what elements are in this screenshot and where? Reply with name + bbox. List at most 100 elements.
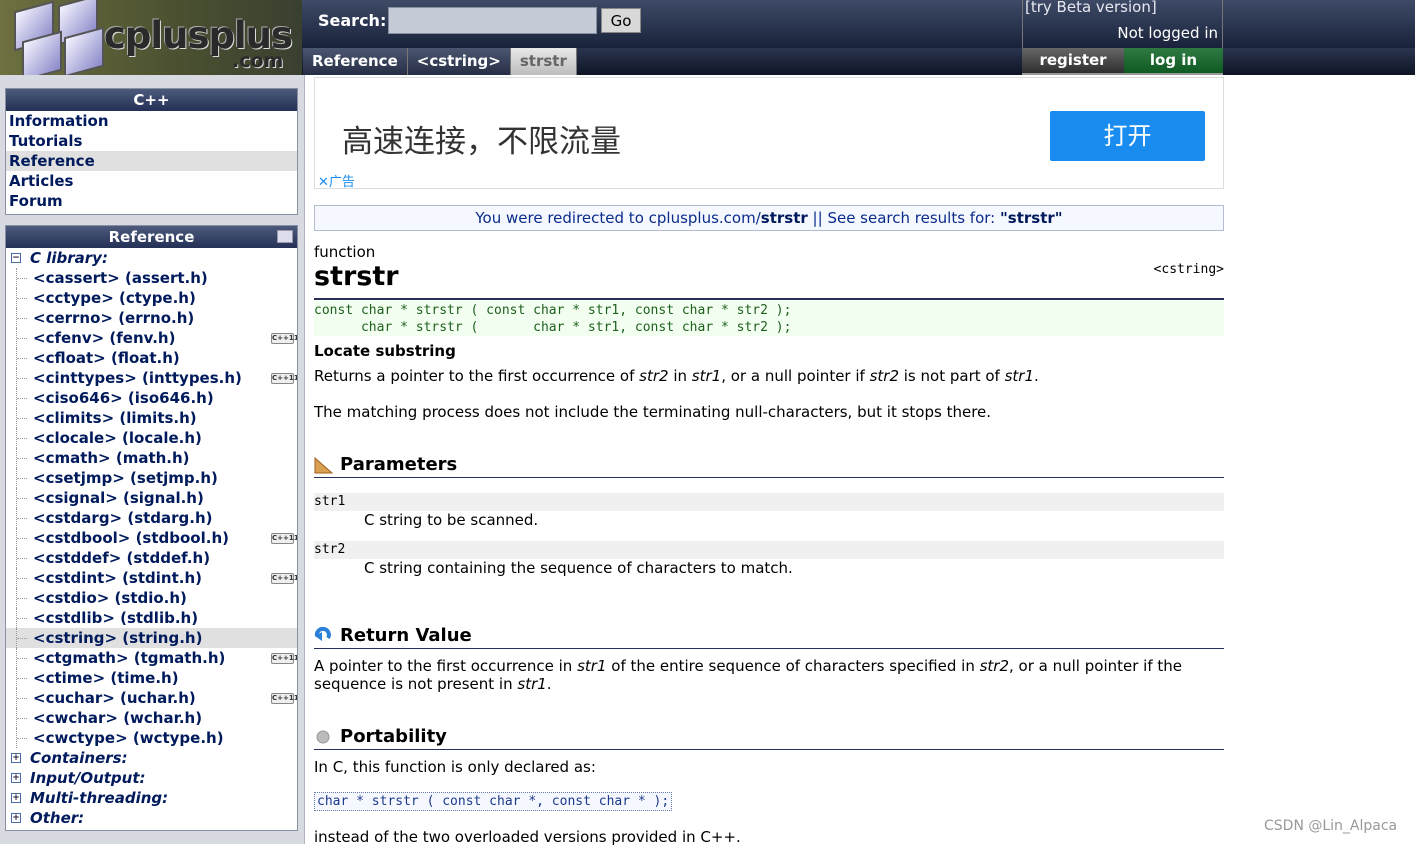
tree-item-header[interactable]: <cstddef> (stddef.h): [6, 548, 297, 568]
tree-item-header[interactable]: <cerrno> (errno.h): [6, 308, 297, 328]
collapse-icon[interactable]: −: [11, 253, 21, 263]
tree-group-label: Other:: [30, 809, 85, 827]
tree-connector: [16, 468, 28, 488]
nav-tutorials[interactable]: Tutorials: [6, 131, 297, 151]
nav-forum[interactable]: Forum: [6, 191, 297, 211]
redirect-separator: ||: [807, 209, 828, 227]
tree-group[interactable]: + Multi-threading:: [6, 788, 297, 808]
dot-icon: [316, 730, 330, 744]
expand-icon[interactable]: +: [11, 753, 21, 763]
expand-icon[interactable]: +: [11, 813, 21, 823]
tree-item-label: <cmath> (math.h): [33, 449, 190, 467]
user-box: [try Beta version] Not logged in: [1022, 0, 1223, 48]
entity-kind: function: [314, 243, 376, 261]
tree-item-label: <cuchar> (uchar.h): [33, 689, 196, 707]
portability-text: In C, this function is only declared as:: [314, 758, 596, 776]
tree-item-label: <cwchar> (wchar.h): [33, 709, 203, 727]
register-button[interactable]: register: [1022, 48, 1124, 75]
search-results-prefix: See search results for:: [827, 209, 1000, 227]
book-icon[interactable]: [277, 230, 293, 243]
site-logo[interactable]: cplusplus .com: [0, 0, 302, 75]
tree-connector: [16, 708, 28, 728]
tree-item-header[interactable]: <cwctype> (wctype.h): [6, 728, 297, 748]
tree-connector: [16, 308, 28, 328]
tree-item-label: <cinttypes> (inttypes.h): [33, 369, 242, 387]
redirect-link[interactable]: cplusplus.com/strstr: [649, 209, 808, 227]
breadcrumb-reference[interactable]: Reference: [303, 48, 408, 75]
redirect-notice: You were redirected to cplusplus.com/str…: [314, 205, 1224, 231]
tree-item-header[interactable]: <clocale> (locale.h): [6, 428, 297, 448]
ad-open-button[interactable]: 打开: [1050, 111, 1205, 161]
tree-item-header[interactable]: <csignal> (signal.h): [6, 488, 297, 508]
tree-item-header[interactable]: <ctgmath> (tgmath.h) C++11: [6, 648, 297, 668]
tree-item-label: <csetjmp> (setjmp.h): [33, 469, 218, 487]
nav-reference[interactable]: Reference: [6, 151, 297, 171]
tree-item-header[interactable]: <cassert> (assert.h): [6, 268, 297, 288]
tree-item-header[interactable]: <cfloat> (float.h): [6, 348, 297, 368]
tree-item-header[interactable]: <cstdbool> (stdbool.h) C++11: [6, 528, 297, 548]
go-button[interactable]: Go: [601, 8, 641, 33]
title-divider: [314, 298, 1224, 300]
breadcrumb: Reference <cstring> strstr: [303, 48, 577, 75]
return-value-heading: Return Value: [314, 625, 1224, 649]
breadcrumb-current: strstr: [510, 48, 577, 75]
tree-item-header[interactable]: <cstdio> (stdio.h): [6, 588, 297, 608]
prototype-box: const char * strstr ( const char * str1,…: [314, 301, 1224, 336]
breadcrumb-cstring[interactable]: <cstring>: [407, 48, 511, 75]
tree-item-header[interactable]: <csetjmp> (setjmp.h): [6, 468, 297, 488]
tree-group[interactable]: + Input/Output:: [6, 768, 297, 788]
tree-connector: [16, 388, 28, 408]
portability-heading: Portability: [314, 726, 1224, 750]
tree-group[interactable]: + Other:: [6, 808, 297, 828]
tree-item-label: <cctype> (ctype.h): [33, 289, 196, 307]
ad-close-button[interactable]: ✕广告: [318, 171, 355, 190]
login-button[interactable]: log in: [1124, 48, 1223, 75]
close-icon: ✕: [318, 175, 329, 190]
tree-item-header[interactable]: <cwchar> (wchar.h): [6, 708, 297, 728]
tree-connector: [16, 508, 28, 528]
reference-panel: Reference − C library: <cassert> (assert…: [5, 225, 298, 831]
tree-item-label: <cerrno> (errno.h): [33, 309, 195, 327]
tree-item-header[interactable]: <cinttypes> (inttypes.h) C++11: [6, 368, 297, 388]
param-name: str1: [314, 493, 1224, 511]
nav-articles[interactable]: Articles: [6, 171, 297, 191]
tree-item-label: <cwctype> (wctype.h): [33, 729, 224, 747]
tree-item-header[interactable]: <climits> (limits.h): [6, 408, 297, 428]
cpp11-badge-icon: C++11: [271, 653, 298, 664]
redirect-target: strstr: [760, 209, 808, 227]
tree-item-header[interactable]: <cstring> (string.h): [6, 628, 297, 648]
tree-group-label: Input/Output:: [30, 769, 146, 787]
tree-connector: [16, 608, 28, 628]
tree-group-c-library[interactable]: − C library:: [6, 248, 297, 268]
prototype-line: char * strstr ( char * str1, const char …: [314, 320, 792, 335]
tree-item-header[interactable]: <ciso646> (iso646.h): [6, 388, 297, 408]
beta-version-link[interactable]: [try Beta version]: [1025, 0, 1157, 16]
nav-information[interactable]: Information: [6, 111, 297, 131]
tree-item-label: <climits> (limits.h): [33, 409, 197, 427]
tree-item-header[interactable]: <cuchar> (uchar.h) C++11: [6, 688, 297, 708]
tree-item-header[interactable]: <cmath> (math.h): [6, 448, 297, 468]
tree-connector: [16, 328, 28, 348]
tree-item-header[interactable]: <ctime> (time.h): [6, 668, 297, 688]
search-input[interactable]: [388, 7, 597, 34]
tree-item-header[interactable]: <cfenv> (fenv.h) C++11: [6, 328, 297, 348]
tree-item-label: <cfenv> (fenv.h): [33, 329, 176, 347]
param-desc: C string to be scanned.: [364, 511, 539, 529]
search-results-link[interactable]: See search results for: "strstr": [827, 209, 1062, 227]
search-term: "strstr": [999, 209, 1063, 227]
tree-item-header[interactable]: <cctype> (ctype.h): [6, 288, 297, 308]
tree-item-label: <cstdbool> (stdbool.h): [33, 529, 229, 547]
expand-icon[interactable]: +: [11, 793, 21, 803]
parameters-title: Parameters: [340, 454, 458, 475]
tree-item-header[interactable]: <cstdlib> (stdlib.h): [6, 608, 297, 628]
expand-icon[interactable]: +: [11, 773, 21, 783]
cpp-panel-title: C++: [6, 89, 297, 111]
tree-item-label: <cstdio> (stdio.h): [33, 589, 187, 607]
header-tag[interactable]: <cstring>: [1154, 262, 1224, 277]
tree-connector: [16, 668, 28, 688]
tree-connector: [16, 548, 28, 568]
tree-item-header[interactable]: <cstdarg> (stdarg.h): [6, 508, 297, 528]
tree-group[interactable]: + Containers:: [6, 748, 297, 768]
tree-item-header[interactable]: <cstdint> (stdint.h) C++11: [6, 568, 297, 588]
ad-banner[interactable]: 高速连接，不限流量 打开 ✕广告: [314, 77, 1224, 190]
